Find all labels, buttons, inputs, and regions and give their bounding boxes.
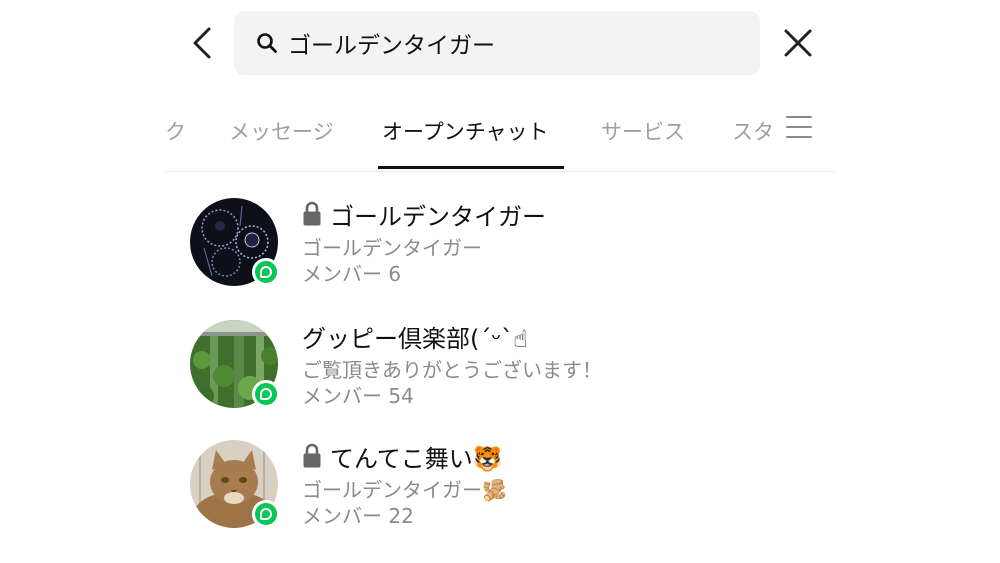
lock-icon [303,201,321,226]
member-count: メンバー 22 [302,504,414,528]
tab-services[interactable]: サービス [601,116,685,146]
openchat-badge-icon [252,380,280,408]
chat-description: ご覧頂きありがとうございます！ [302,358,602,382]
tab-messages[interactable]: メッセージ [229,116,334,146]
chat-name: グッピー倶楽部(ˊᵕˋ☝ [302,324,528,353]
member-count: メンバー 6 [302,262,402,286]
search-icon [254,30,280,56]
tab-openchat[interactable]: オープンチャット [382,116,549,146]
openchat-badge-icon [252,258,280,286]
chat-description: ゴールデンタイガー [302,236,482,260]
tab-partial-left[interactable]: ク [165,116,186,146]
menu-icon-line [786,116,812,118]
menu-icon-line [786,126,812,128]
menu-icon-line [786,136,812,138]
close-icon [784,29,812,57]
lock-icon [303,443,321,468]
chat-name: ゴールデンタイガー [330,202,546,231]
openchat-badge-icon [252,500,280,528]
search-input[interactable] [288,30,728,56]
result-item[interactable]: ゴールデンタイガー ゴールデンタイガー メンバー 6 [190,198,750,288]
result-item[interactable]: てんてこ舞い🐯 ゴールデンタイガー🫚 メンバー 22 [190,440,750,530]
clear-button[interactable] [778,22,818,64]
chat-description: ゴールデンタイガー🫚 [302,478,507,502]
chevron-left-icon [193,27,211,59]
tabs-menu-button[interactable] [784,112,814,142]
search-bar[interactable] [234,11,760,75]
back-button[interactable] [184,22,220,64]
active-tab-indicator [378,166,564,169]
member-count: メンバー 54 [302,384,414,408]
tab-stickers[interactable]: スタ [732,116,774,146]
category-tabs: ク メッセージ オープンチャット サービス スタ [165,100,835,172]
chat-name: てんてこ舞い🐯 [330,444,503,473]
result-item[interactable]: グッピー倶楽部(ˊᵕˋ☝ ご覧頂きありがとうございます！ メンバー 54 [190,320,750,410]
